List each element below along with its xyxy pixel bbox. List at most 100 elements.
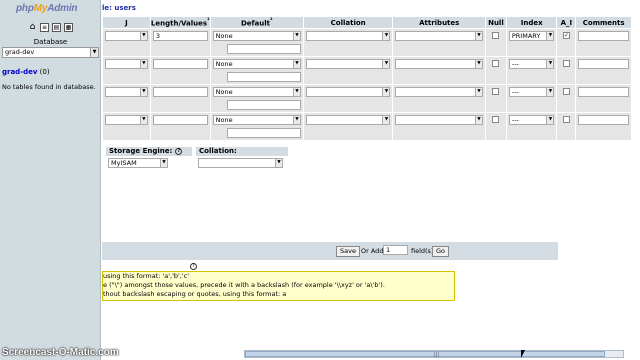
default-select[interactable]: None ▼	[212, 59, 301, 69]
grip-icon: |||	[434, 352, 440, 358]
default-select[interactable]: None ▼	[212, 31, 301, 41]
table-header-row: J Length/Values¹ Default² Collation Attr…	[103, 17, 631, 28]
database-link[interactable]: grad-dev (0)	[2, 68, 50, 76]
attributes-select[interactable]: ▼	[395, 59, 483, 69]
default-value-input[interactable]	[226, 100, 301, 110]
no-tables-message: No tables found in database.	[2, 83, 96, 91]
chevron-down-icon: ▼	[474, 116, 482, 124]
attributes-select[interactable]: ▼	[395, 115, 483, 125]
type-select[interactable]: ▼	[105, 59, 148, 69]
horizontal-scrollbar[interactable]: |||	[244, 350, 624, 358]
chevron-down-icon: ▼	[292, 88, 300, 96]
attributes-select[interactable]: ▼	[395, 87, 483, 97]
chevron-down-icon: ▼	[474, 88, 482, 96]
scrollbar-thumb[interactable]: |||	[245, 351, 605, 358]
default-value-input[interactable]	[226, 72, 301, 82]
ai-checkbox[interactable]: ✓	[562, 32, 570, 39]
ai-checkbox[interactable]	[562, 88, 570, 95]
home-icon[interactable]: ⌂	[28, 23, 37, 32]
length-input[interactable]	[152, 115, 208, 125]
chevron-down-icon: ▼	[546, 88, 554, 96]
or-add-label: Or Add	[361, 247, 384, 255]
watermark: Screencast-O-Matic.com	[2, 347, 119, 358]
type-select[interactable]: ▼	[105, 31, 148, 41]
collation-select[interactable]: ▼	[305, 31, 391, 41]
col-header-attributes: Attributes	[393, 17, 485, 28]
go-button[interactable]: Go	[432, 246, 450, 257]
chevron-down-icon: ▼	[292, 60, 300, 68]
help-icon[interactable]: ?	[175, 147, 183, 155]
chevron-down-icon: ▼	[474, 32, 482, 40]
info-line: using this format: 'a','b','c'	[103, 272, 190, 280]
fields-label: field(s)	[411, 247, 434, 255]
default-value-input[interactable]	[226, 128, 301, 138]
collation-label: Collation:	[196, 147, 288, 156]
quick-icons: ⌂ ≡ ▤ ▦	[28, 23, 73, 32]
comments-input[interactable]	[578, 31, 629, 41]
database-select-value: grad-dev	[5, 48, 35, 56]
default-select[interactable]: None ▼	[212, 115, 301, 125]
table-row: ▼ None ▼ ▼ ▼ --- ▼	[103, 113, 631, 140]
col-header-null: Null	[485, 17, 506, 28]
null-checkbox[interactable]	[492, 32, 500, 39]
chevron-down-icon: ▼	[382, 32, 390, 40]
null-checkbox[interactable]	[492, 60, 500, 67]
chevron-down-icon: ▼	[139, 60, 147, 68]
chevron-down-icon: ▼	[160, 159, 167, 167]
collation-select[interactable]: ▼	[305, 87, 391, 97]
chevron-down-icon: ▼	[292, 116, 300, 124]
database-select[interactable]: grad-dev ▼	[2, 47, 99, 58]
chevron-down-icon: ▼	[139, 116, 147, 124]
help-icon[interactable]: ?	[190, 263, 197, 270]
chevron-down-icon: ▼	[382, 88, 390, 96]
save-button[interactable]: Save	[336, 246, 360, 257]
index-select[interactable]: --- ▼	[508, 59, 555, 69]
table-row: ▼ None ▼ ▼ ▼ --- ▼	[103, 57, 631, 84]
storage-engine-select[interactable]: MyISAM ▼	[108, 158, 168, 168]
query-window-icon[interactable]: ≡	[40, 23, 49, 32]
table-collation-select[interactable]: ▼	[198, 158, 283, 168]
col-header-collation: Collation	[303, 17, 393, 28]
default-select[interactable]: None ▼	[212, 87, 301, 97]
mouse-cursor-icon	[521, 350, 525, 358]
collation-select[interactable]: ▼	[305, 115, 391, 125]
comments-input[interactable]	[578, 115, 629, 125]
type-select[interactable]: ▼	[105, 87, 148, 97]
null-checkbox[interactable]	[492, 116, 500, 123]
phpmyadmin-logo[interactable]: phpMyAdmin	[16, 3, 78, 14]
index-select[interactable]: --- ▼	[508, 115, 555, 125]
docs-icon[interactable]: ▦	[64, 23, 73, 32]
storage-engine-label: Storage Engine:?	[106, 147, 192, 156]
collation-select[interactable]: ▼	[305, 59, 391, 69]
sql-icon[interactable]: ▤	[52, 23, 61, 32]
breadcrumb: le: users	[102, 4, 136, 12]
chevron-down-icon: ▼	[292, 32, 300, 40]
type-select[interactable]: ▼	[105, 115, 148, 125]
col-header-ai: A_I	[557, 17, 576, 28]
add-fields-count-input[interactable]: 1	[383, 245, 408, 255]
null-checkbox[interactable]	[492, 88, 500, 95]
ai-checkbox[interactable]	[562, 116, 570, 123]
length-input[interactable]: 3	[152, 31, 208, 41]
save-add-bar	[102, 242, 558, 260]
comments-input[interactable]	[578, 87, 629, 97]
chevron-down-icon: ▼	[139, 88, 147, 96]
col-header-type: J	[103, 17, 150, 28]
index-select[interactable]: --- ▼	[508, 87, 555, 97]
default-value-input[interactable]	[226, 44, 301, 54]
col-header-index: Index	[506, 17, 557, 28]
chevron-down-icon: ▼	[546, 32, 554, 40]
length-input[interactable]	[152, 87, 208, 97]
index-select[interactable]: PRIMARY ▼	[508, 31, 555, 41]
comments-input[interactable]	[578, 59, 629, 69]
length-input[interactable]	[152, 59, 208, 69]
ai-checkbox[interactable]	[562, 60, 570, 67]
table-row: ▼ 3 None ▼ ▼ ▼ PRIMARY ▼ ✓	[103, 29, 631, 56]
chevron-down-icon: ▼	[382, 116, 390, 124]
info-line: e ("\") amongst those values, precede it…	[103, 281, 385, 289]
chevron-down-icon: ▼	[382, 60, 390, 68]
chevron-down-icon: ▼	[474, 60, 482, 68]
fields-table: J Length/Values¹ Default² Collation Attr…	[102, 16, 632, 141]
attributes-select[interactable]: ▼	[395, 31, 483, 41]
table-row: ▼ None ▼ ▼ ▼ --- ▼	[103, 85, 631, 112]
